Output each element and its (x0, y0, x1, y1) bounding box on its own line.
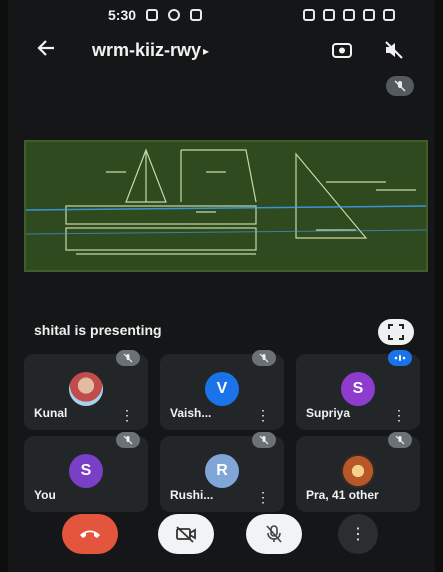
mic-muted-icon (116, 432, 140, 448)
mic-off-icon (266, 525, 282, 543)
participant-tile[interactable]: V Vaish... ⋮ (160, 350, 284, 430)
wifi-icon (343, 9, 355, 21)
participant-tile[interactable]: R Rushi... ⋮ (160, 432, 284, 512)
avatar: S (341, 372, 375, 406)
camera-off-icon (176, 526, 196, 543)
avatar: R (205, 454, 239, 488)
more-vert-icon[interactable]: ⋮ (256, 490, 270, 504)
participant-tile[interactable]: S You (24, 432, 148, 512)
more-vert-icon[interactable]: ⋮ (392, 408, 406, 422)
back-arrow-icon[interactable] (36, 38, 56, 62)
battery-icon (383, 9, 395, 21)
status-bar: 5:30 (8, 0, 435, 30)
more-vert-icon[interactable]: ⋮ (120, 408, 134, 422)
participant-name: Kunal (34, 406, 68, 420)
fullscreen-icon[interactable] (378, 319, 414, 345)
vibrate-icon (323, 9, 335, 21)
participant-name: You (34, 488, 56, 502)
mic-muted-icon (116, 350, 140, 366)
call-controls: ⋮ (8, 514, 435, 566)
status-time: 5:30 (108, 7, 137, 23)
meet-screen: 5:30 wrm-kiiz-rwy ▸ shital is presenting… (8, 0, 435, 572)
avatar (69, 372, 103, 406)
top-bar: wrm-kiiz-rwy ▸ (8, 30, 435, 70)
participant-tile[interactable]: S Supriya ⋮ (296, 350, 420, 430)
avatar: V (205, 372, 239, 406)
participant-name: Rushi... (170, 488, 214, 502)
status-app-icon (190, 9, 203, 21)
more-options-button[interactable]: ⋮ (338, 514, 378, 554)
signal-icon (363, 9, 375, 21)
mic-muted-icon (252, 350, 276, 366)
avatar: S (69, 454, 103, 488)
presenter-label: shital is presenting (34, 322, 162, 338)
status-dot-icon (168, 9, 181, 21)
speaking-indicator-icon (388, 350, 412, 366)
mic-muted-icon (252, 432, 276, 448)
data-icon (303, 9, 315, 21)
self-mic-status-icon (386, 76, 414, 96)
more-vert-icon[interactable]: ⋮ (256, 408, 270, 422)
participant-name: Pra, 41 other (306, 488, 379, 502)
more-vert-icon: ⋮ (350, 526, 366, 543)
avatar (341, 454, 375, 488)
camera-toggle-button[interactable] (158, 514, 214, 554)
speaker-off-icon[interactable] (382, 38, 406, 62)
mic-muted-icon (388, 432, 412, 448)
participant-name: Vaish... (170, 406, 212, 420)
switch-camera-icon[interactable] (330, 38, 354, 62)
end-call-button[interactable] (62, 514, 118, 554)
meeting-info-caret-icon[interactable]: ▸ (203, 44, 209, 58)
participant-name: Supriya (306, 406, 351, 420)
end-call-icon (80, 530, 100, 538)
notification-icon (146, 9, 159, 21)
mic-toggle-button[interactable] (246, 514, 302, 554)
participant-tile[interactable]: Pra, 41 other (296, 432, 420, 512)
participant-tile[interactable]: Kunal ⋮ (24, 350, 148, 430)
meeting-code[interactable]: wrm-kiiz-rwy (92, 40, 201, 61)
whiteboard-drawing (25, 148, 427, 255)
shared-presentation[interactable] (24, 140, 428, 272)
